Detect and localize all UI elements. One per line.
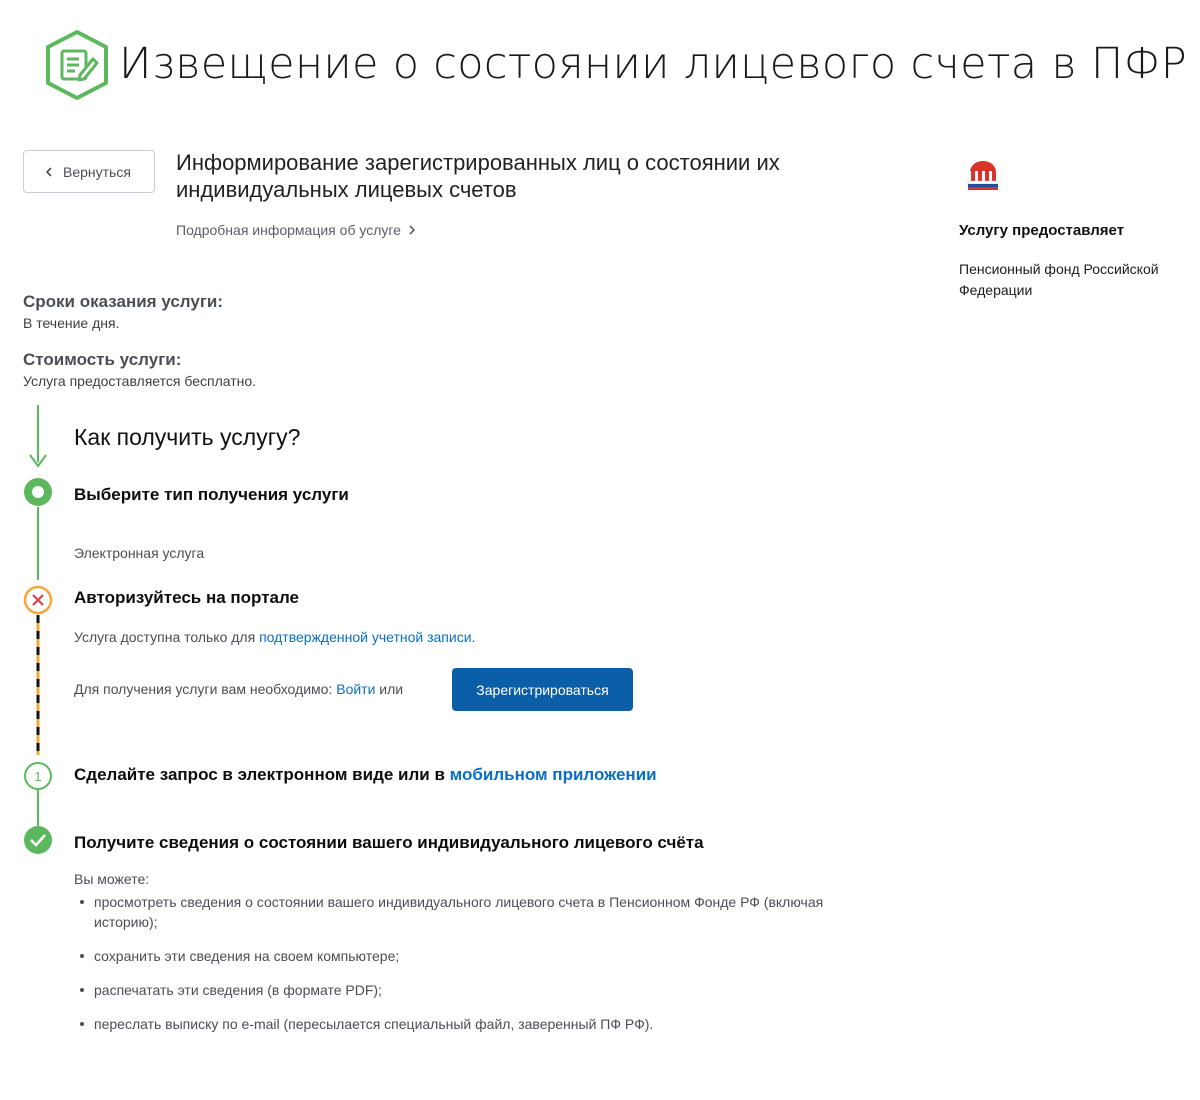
document-edit-icon — [46, 30, 108, 100]
step2-need: Для получения услуги вам необходимо: Вой… — [74, 681, 403, 697]
term-value: В течение дня. — [23, 315, 120, 331]
verified-account-link[interactable]: подтвержденной учетной записи — [259, 629, 471, 645]
step1-title: Выберите тип получения услуги — [74, 485, 349, 504]
more-info-link[interactable]: Подробная информация об услуге — [176, 222, 417, 238]
cost-value: Услуга предоставляется бесплатно. — [23, 373, 257, 389]
chevron-right-icon — [409, 225, 416, 235]
pfr-logo-icon — [967, 161, 999, 190]
step2-need-or: или — [375, 681, 404, 697]
step4-list: просмотреть сведения о состоянии вашего … — [74, 892, 874, 1048]
step2-text-suffix: . — [471, 629, 476, 645]
step-error-icon — [23, 585, 53, 615]
provider-name: Пенсионный фонд Российской Федерации — [959, 261, 1159, 298]
step-done-icon — [24, 826, 52, 854]
step2-text: Услуга доступна только для подтвержденно… — [74, 629, 475, 645]
step2-title: Авторизуйтесь на портале — [74, 588, 300, 607]
term-label: Сроки оказания услуги: — [23, 292, 224, 311]
list-item: просмотреть сведения о состоянии вашего … — [74, 892, 874, 932]
provider-heading: Услугу предоставляет — [959, 222, 1125, 239]
mobile-app-link[interactable]: мобильном приложении — [450, 765, 657, 784]
step-number-icon — [24, 762, 52, 790]
step4-intro: Вы можете: — [74, 871, 150, 887]
step1-value: Электронная услуга — [74, 545, 205, 561]
step2-need-prefix: Для получения услуги вам необходимо: — [74, 681, 337, 697]
back-button-label: Вернуться — [63, 163, 131, 180]
list-item: распечатать эти сведения (в формате PDF)… — [74, 980, 874, 1000]
service-title-text: Информирование зарегистрированных лиц о … — [176, 150, 780, 202]
login-link[interactable]: Войти — [336, 681, 375, 697]
list-item: сохранить эти сведения на своем компьюте… — [74, 946, 874, 966]
cost-label: Стоимость услуги: — [23, 350, 182, 369]
how-title: Как получить услугу? — [74, 424, 301, 450]
list-item: переслать выписку по e-mail (пересылаетс… — [74, 1014, 874, 1034]
page-title: Извещение о состоянии лицевого счета в П… — [119, 39, 1188, 89]
step4-title: Получите сведения о состоянии вашего инд… — [74, 833, 704, 852]
step2-text-prefix: Услуга доступна только для — [74, 629, 260, 645]
register-button[interactable]: Зарегистрироваться — [452, 668, 633, 711]
back-button[interactable]: Вернуться — [23, 150, 155, 193]
step3-title-prefix: Сделайте запрос в электронном виде или в — [74, 765, 450, 784]
step-current-icon — [24, 478, 52, 506]
svg-text:1: 1 — [34, 769, 41, 784]
service-title: Информирование зарегистрированных лиц о … — [176, 149, 896, 203]
step3-title: Сделайте запрос в электронном виде или в… — [74, 765, 657, 785]
chevron-left-icon — [45, 166, 52, 177]
more-info-label: Подробная информация об услуге — [176, 222, 401, 238]
